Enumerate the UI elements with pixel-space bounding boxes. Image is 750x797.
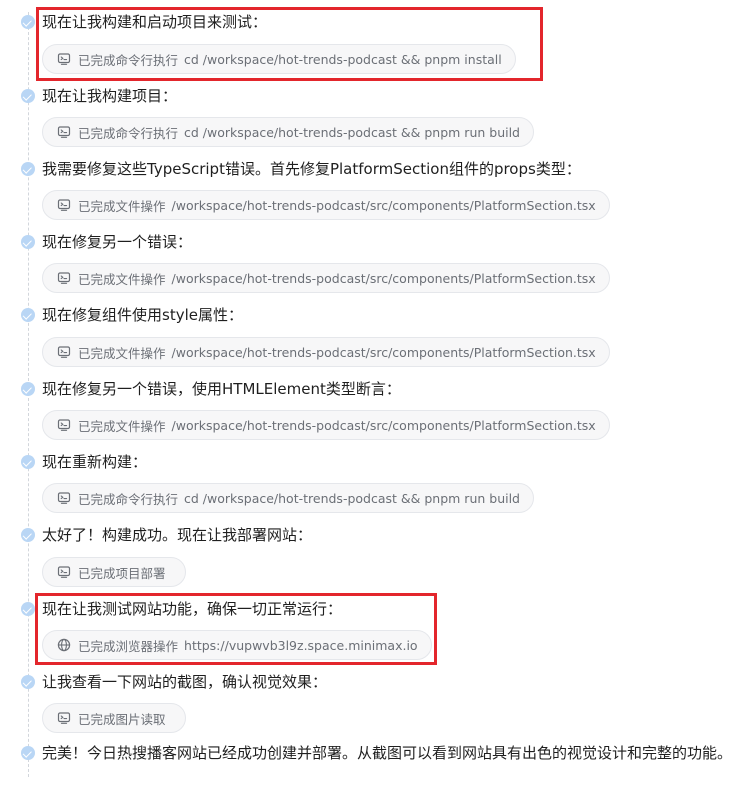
action-detail: /workspace/hot-trends-podcast/src/compon… (171, 270, 596, 286)
step-message: 现在让我测试网站功能，确保一切正常运行： (42, 600, 343, 618)
tool-action-chip[interactable]: 已完成浏览器操作 https://vupwvb3l9z.space.minimax… (42, 630, 432, 660)
completed-check-icon (21, 455, 35, 469)
completed-check-icon (21, 382, 35, 396)
terminal-icon (57, 565, 71, 579)
tool-action-chip[interactable]: 已完成命令行执行 cd /workspace/hot-trends-podcast… (42, 44, 516, 74)
terminal-icon (57, 491, 71, 505)
action-status-label: 已完成文件操作 (78, 271, 166, 287)
final-message: 完美！今日热搜播客网站已经成功创建并部署。从截图可以看到网站具有出色的视觉设计和… (42, 744, 733, 762)
completed-check-icon (21, 675, 35, 689)
completed-check-icon (21, 162, 35, 176)
tool-action-chip[interactable]: 已完成命令行执行 cd /workspace/hot-trends-podcast… (42, 117, 534, 147)
terminal-icon (57, 711, 71, 725)
terminal-icon (57, 198, 71, 212)
terminal-icon (57, 345, 71, 359)
tool-action-chip[interactable]: 已完成图片读取 (42, 703, 186, 733)
step-message: 现在重新构建： (42, 453, 148, 471)
action-status-label: 已完成项目部署 (78, 565, 166, 581)
globe-icon (57, 638, 71, 652)
action-detail: cd /workspace/hot-trends-podcast && pnpm… (184, 490, 520, 506)
tool-action-chip[interactable]: 已完成命令行执行 cd /workspace/hot-trends-podcast… (42, 483, 534, 513)
action-status-label: 已完成命令行执行 (78, 125, 179, 141)
completed-check-icon (21, 746, 35, 760)
terminal-icon (57, 271, 71, 285)
step-message: 现在让我构建和启动项目来测试： (42, 13, 268, 31)
completed-check-icon (21, 89, 35, 103)
step-message: 现在修复另一个错误： (42, 233, 193, 251)
completed-check-icon (21, 602, 35, 616)
tool-action-chip[interactable]: 已完成文件操作/workspace/hot-trends-podcast/src… (42, 410, 610, 440)
completed-check-icon (21, 528, 35, 542)
step-message: 让我查看一下网站的截图，确认视觉效果： (42, 673, 328, 691)
action-detail: cd /workspace/hot-trends-podcast && pnpm… (184, 51, 502, 67)
action-status-label: 已完成文件操作 (78, 418, 166, 434)
action-status-label: 已完成文件操作 (78, 345, 166, 361)
terminal-icon (57, 125, 71, 139)
action-detail: https://vupwvb3l9z.space.minimax.io (184, 637, 418, 653)
action-detail: /workspace/hot-trends-podcast/src/compon… (171, 197, 596, 213)
tool-action-chip[interactable]: 已完成文件操作/workspace/hot-trends-podcast/src… (42, 263, 610, 293)
step-message: 我需要修复这些TypeScript错误。首先修复PlatformSection组… (42, 160, 581, 178)
tool-action-chip[interactable]: 已完成文件操作/workspace/hot-trends-podcast/src… (42, 337, 610, 367)
completed-check-icon (21, 308, 35, 322)
step-message: 现在修复组件使用style属性： (42, 306, 243, 324)
action-detail: /workspace/hot-trends-podcast/src/compon… (171, 344, 596, 360)
action-status-label: 已完成命令行执行 (78, 52, 179, 68)
action-detail: cd /workspace/hot-trends-podcast && pnpm… (184, 124, 520, 140)
action-detail: /workspace/hot-trends-podcast/src/compon… (171, 417, 596, 433)
action-status-label: 已完成图片读取 (78, 711, 166, 727)
terminal-icon (57, 418, 71, 432)
tool-action-chip[interactable]: 已完成文件操作/workspace/hot-trends-podcast/src… (42, 190, 610, 220)
terminal-icon (57, 52, 71, 66)
tool-action-chip[interactable]: 已完成项目部署 (42, 557, 186, 587)
step-message: 现在修复另一个错误，使用HTMLElement类型断言： (42, 380, 401, 398)
step-message: 现在让我构建项目： (42, 87, 178, 105)
action-status-label: 已完成命令行执行 (78, 491, 179, 507)
step-message: 太好了！构建成功。现在让我部署网站： (42, 526, 313, 544)
completed-check-icon (21, 235, 35, 249)
completed-check-icon (21, 15, 35, 29)
action-status-label: 已完成浏览器操作 (78, 638, 179, 654)
action-status-label: 已完成文件操作 (78, 198, 166, 214)
